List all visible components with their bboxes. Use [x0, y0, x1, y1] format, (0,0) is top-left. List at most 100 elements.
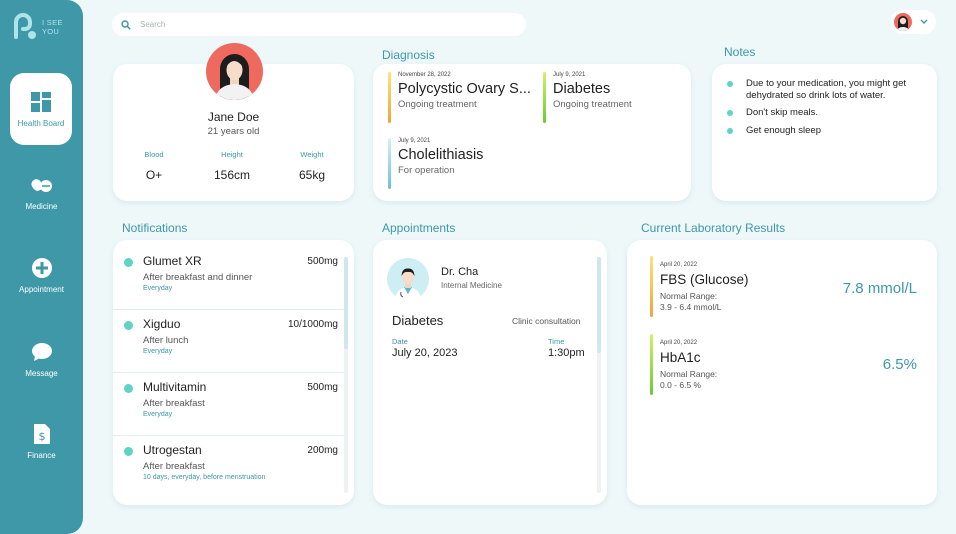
doctor-name: Dr. Cha: [441, 266, 479, 278]
chevron-down-icon: [920, 19, 928, 24]
appointment-condition: Diabetes: [392, 313, 444, 328]
range-value: 3.9 - 6.4 mmol/L: [660, 302, 722, 312]
bullet-dot: [727, 81, 733, 87]
bullet-dot: [727, 110, 733, 116]
scrollbar-thumb[interactable]: [597, 257, 601, 353]
lab-value: 6.5%: [882, 356, 917, 373]
doctor-specialty: Internal Medicine: [441, 281, 502, 290]
severity-bar: [388, 72, 391, 123]
app-name-line1: I SEE: [42, 18, 63, 27]
medicine-timing: After breakfast: [143, 461, 205, 472]
sidebar-item-medicine[interactable]: Medicine: [0, 174, 83, 211]
pills-icon: [30, 174, 53, 196]
diagnosis-date: July 9, 2021: [553, 72, 586, 78]
list-item[interactable]: Glumet XR 500mg After breakfast and dinn…: [113, 247, 346, 310]
lab-value: 7.8 mmol/L: [842, 280, 917, 297]
medicine-timing: After breakfast and dinner: [143, 272, 253, 283]
sidebar-item-finance[interactable]: $ Finance: [0, 423, 83, 460]
medicine-name: Multivitamin: [143, 380, 207, 394]
status-dot: [124, 321, 133, 330]
medicine-timing: After breakfast: [143, 398, 205, 409]
severity-bar: [388, 138, 391, 189]
dashboard-icon: [30, 91, 52, 113]
stat-label: Weight: [300, 150, 324, 159]
stat-blood: Blood O+: [124, 150, 184, 182]
stat-label: Blood: [144, 150, 164, 159]
diagnosis-item[interactable]: July 9, 2021 Diabetes Ongoing treatment: [543, 72, 683, 124]
profile-name: Jane Doe: [207, 110, 260, 124]
document-dollar-icon: $: [31, 423, 53, 445]
bullet-dot: [727, 128, 733, 134]
note-item: Due to your medication, you might get de…: [727, 78, 927, 102]
note-item: Don't skip meals.: [727, 107, 927, 119]
appointment-time: 1:30pm: [548, 347, 585, 359]
doctor-avatar: [387, 258, 429, 300]
scrollbar-thumb[interactable]: [344, 257, 348, 349]
user-menu[interactable]: [890, 10, 936, 34]
medicine-dose: 10/1000mg: [287, 319, 338, 330]
stat-weight: Weight 65kg: [282, 150, 342, 182]
sidebar-item-label: Appointment: [19, 285, 64, 294]
search-icon: [121, 19, 131, 30]
list-item[interactable]: Utrogestan 200mg After breakfast 10 days…: [113, 436, 346, 499]
medicine-name: Xigduo: [143, 317, 181, 331]
sidebar-item-message[interactable]: Message: [0, 341, 83, 378]
app-logo[interactable]: I SEE YOU: [12, 13, 63, 41]
sidebar: I SEE YOU Health Board Medicine Appointm…: [0, 0, 83, 534]
list-item[interactable]: Multivitamin 500mg After breakfast Every…: [113, 373, 346, 436]
diagnosis-date: November 28, 2022: [398, 72, 451, 78]
range-label: Normal Range:: [660, 369, 718, 379]
sidebar-item-label: Finance: [27, 451, 56, 460]
lab-test-name: HbA1c: [660, 350, 701, 365]
diagnosis-item[interactable]: July 9, 2021 Cholelithiasis For operatio…: [388, 138, 540, 190]
svg-text:$: $: [38, 430, 45, 443]
medicine-dose: 200mg: [307, 445, 338, 456]
logo-icon: [14, 13, 36, 39]
stat-label: Height: [221, 150, 243, 159]
lab-date: April 20, 2022: [660, 262, 698, 268]
stat-value: O+: [145, 168, 163, 182]
date-label: Date: [392, 337, 408, 346]
lab-date: April 20, 2022: [660, 340, 698, 346]
diagnosis-status: Ongoing treatment: [398, 99, 477, 110]
diagnosis-status: Ongoing treatment: [553, 99, 632, 110]
diagnosis-name: Polycystic Ovary S...: [398, 81, 531, 97]
avatar: [894, 13, 912, 31]
sidebar-item-health-board[interactable]: Health Board: [10, 73, 72, 145]
note-item: Get enough sleep: [727, 125, 927, 137]
search-input[interactable]: [140, 20, 500, 29]
sidebar-item-appointment[interactable]: Appointment: [0, 257, 83, 294]
diagnosis-item[interactable]: November 28, 2022 Polycystic Ovary S... …: [388, 72, 540, 124]
severity-bar: [543, 72, 546, 123]
medicine-frequency: Everyday: [143, 348, 173, 355]
search-bar[interactable]: [112, 13, 526, 36]
medicine-name: Glumet XR: [143, 254, 202, 268]
app-name-line2: YOU: [42, 27, 60, 36]
appointment-date: July 20, 2023: [392, 347, 458, 359]
plus-circle-icon: [31, 257, 53, 279]
sidebar-item-label: Medicine: [25, 202, 58, 211]
status-dot: [124, 384, 133, 393]
sidebar-item-label: Health Board: [17, 118, 65, 128]
notifications-title: Notifications: [122, 221, 188, 235]
lab-test-name: FBS (Glucose): [660, 272, 749, 287]
stat-value: 65kg: [298, 168, 326, 182]
diagnosis-name: Diabetes: [553, 81, 611, 97]
lab-title: Current Laboratory Results: [641, 221, 786, 235]
chat-bubble-icon: [31, 341, 53, 363]
medicine-dose: 500mg: [307, 256, 338, 267]
severity-bar: [650, 334, 653, 395]
profile-avatar: [206, 43, 263, 100]
app-name: I SEE YOU: [42, 18, 63, 36]
appointment-type: Clinic consultation: [512, 316, 581, 326]
diagnosis-date: July 9, 2021: [398, 138, 431, 144]
medicine-timing: After lunch: [143, 335, 189, 346]
status-dot: [124, 258, 133, 267]
note-text: Don't skip meals.: [746, 107, 819, 118]
range-label: Normal Range:: [660, 291, 718, 301]
time-label: Time: [548, 337, 565, 346]
list-item[interactable]: Xigduo 10/1000mg After lunch Everyday: [113, 310, 346, 373]
range-value: 0.0 - 6.5 %: [660, 380, 702, 390]
diagnosis-name: Cholelithiasis: [398, 147, 484, 163]
medicine-frequency: 10 days, everyday, before menstruation: [143, 474, 266, 481]
